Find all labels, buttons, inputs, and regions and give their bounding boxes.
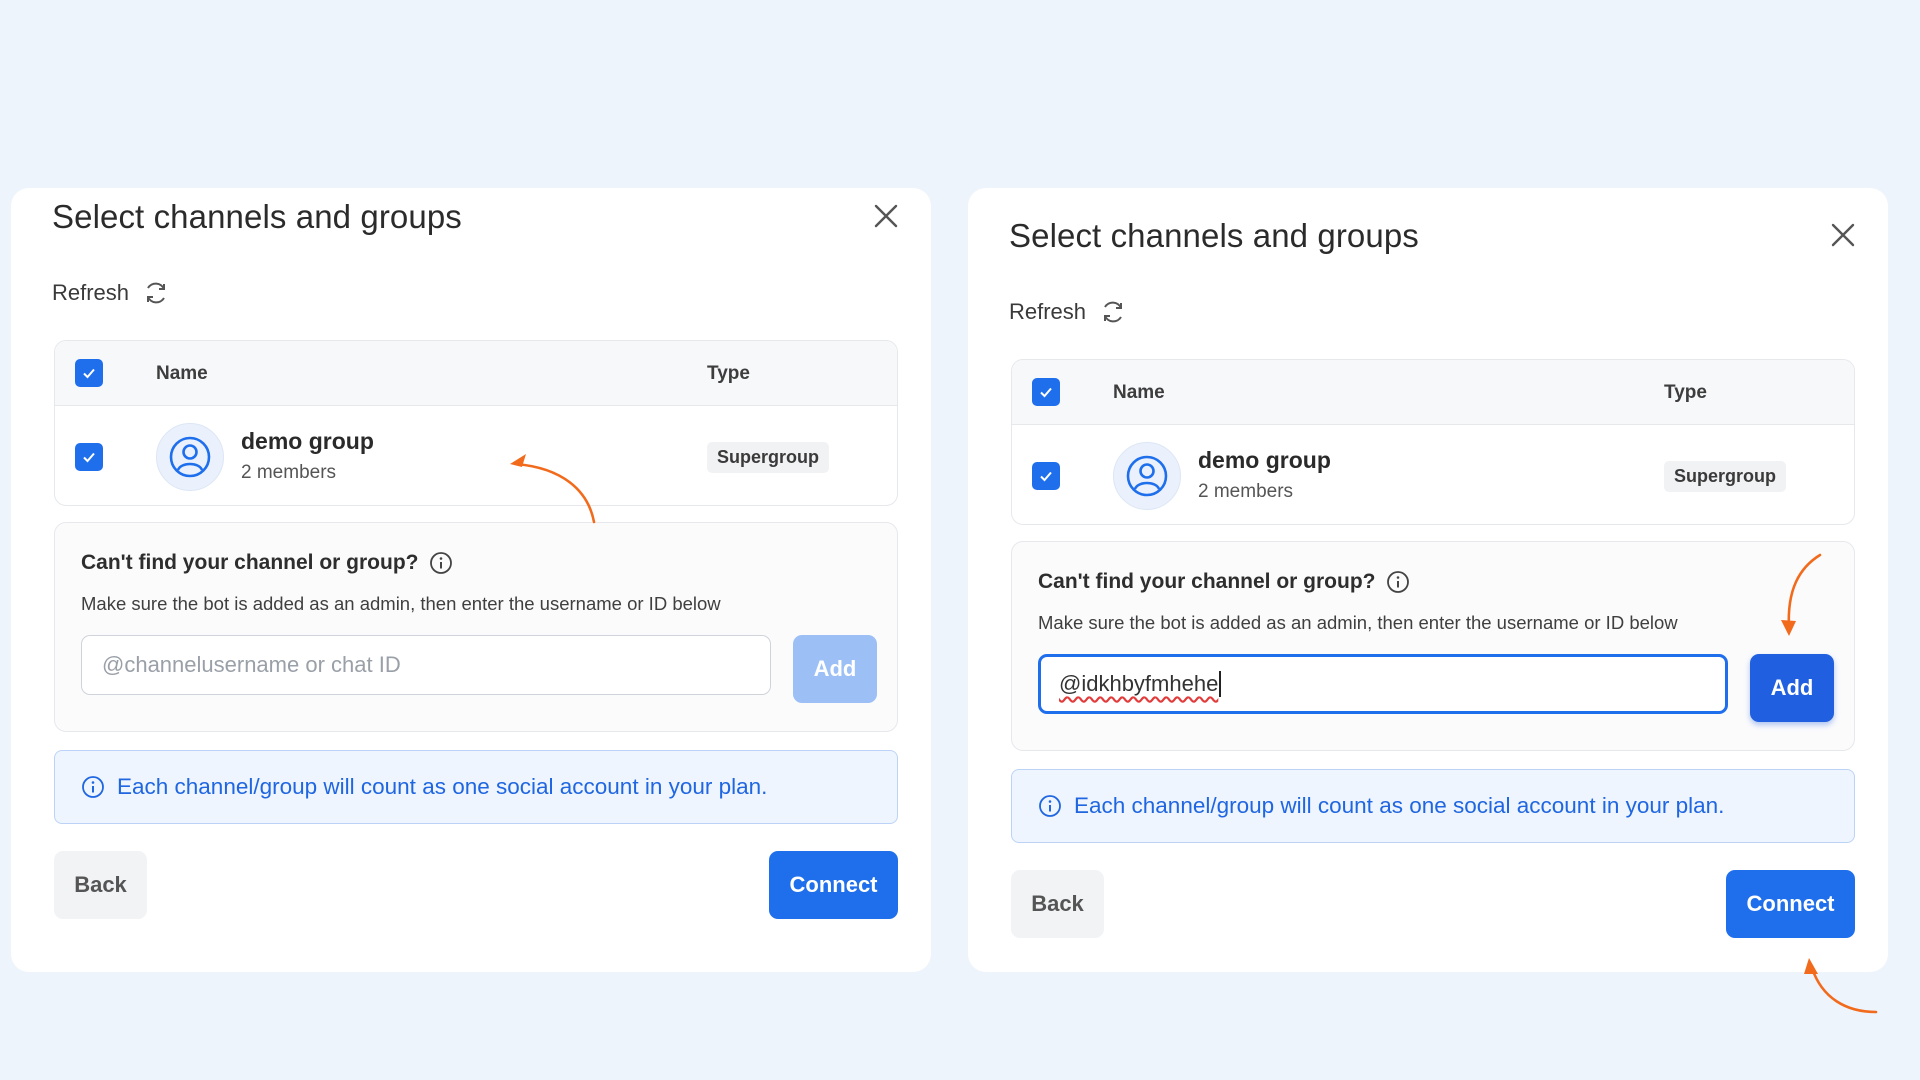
- type-badge: Supergroup: [1664, 461, 1786, 492]
- plan-notice: Each channel/group will count as one soc…: [1011, 769, 1855, 843]
- table-header: Name Type: [55, 341, 897, 406]
- group-members: 2 members: [1198, 481, 1294, 502]
- add-button[interactable]: Add: [793, 635, 877, 703]
- info-icon: [1039, 795, 1061, 817]
- refresh-label: Refresh: [52, 280, 130, 305]
- row-checkbox[interactable]: [1032, 462, 1060, 490]
- channels-table: Name Type demo group 2 members Supergrou…: [1011, 359, 1855, 525]
- group-members: 2 members: [241, 462, 337, 483]
- refresh-icon: [147, 282, 166, 304]
- row-checkbox[interactable]: [75, 443, 103, 471]
- refresh-button[interactable]: Refresh: [52, 280, 169, 306]
- connect-button[interactable]: Connect: [1726, 870, 1855, 938]
- info-icon[interactable]: [429, 551, 453, 575]
- close-icon[interactable]: [1825, 217, 1861, 253]
- annotation-arrow-icon: [1804, 958, 1878, 1014]
- notice-text: Each channel/group will count as one soc…: [117, 774, 768, 799]
- annotation-arrow-icon: [1781, 553, 1822, 636]
- column-header-type: Type: [1664, 382, 1707, 403]
- channel-id-input-value: @idkhbyfmhehe: [1059, 671, 1219, 696]
- info-icon: [82, 776, 104, 798]
- find-title-text: Can't find your channel or group?: [81, 551, 419, 574]
- type-badge: Supergroup: [707, 442, 829, 473]
- dialog-title: Select channels and groups: [1009, 217, 1419, 254]
- group-name: demo group: [1198, 447, 1331, 473]
- refresh-button[interactable]: Refresh: [1009, 299, 1126, 325]
- find-title: Can't find your channel or group?: [81, 551, 453, 575]
- find-description: Make sure the bot is added as an admin, …: [81, 593, 721, 614]
- back-button[interactable]: Back: [1011, 870, 1104, 938]
- dialog-title: Select channels and groups: [52, 198, 462, 235]
- text-caret: [1219, 671, 1221, 697]
- find-description: Make sure the bot is added as an admin, …: [1038, 612, 1678, 633]
- manual-add-section: Can't find your channel or group? Make s…: [54, 522, 898, 732]
- refresh-label: Refresh: [1009, 299, 1087, 324]
- notice-text: Each channel/group will count as one soc…: [1074, 793, 1725, 818]
- column-header-type: Type: [707, 363, 750, 384]
- dialog-left: Select channels and groups Refresh Name …: [11, 188, 931, 972]
- table-row[interactable]: demo group 2 members Supergroup: [1012, 425, 1854, 524]
- dialog-right: Select channels and groups Refresh Name …: [968, 188, 1888, 972]
- table-header: Name Type: [1012, 360, 1854, 425]
- find-title: Can't find your channel or group?: [1038, 570, 1410, 594]
- annotation-arrow-icon: [510, 454, 596, 524]
- back-button[interactable]: Back: [54, 851, 147, 919]
- group-name: demo group: [241, 428, 374, 454]
- select-all-checkbox[interactable]: [1032, 378, 1060, 406]
- group-avatar-icon: [1113, 442, 1181, 510]
- manual-add-section: Can't find your channel or group? Make s…: [1011, 541, 1855, 751]
- info-icon[interactable]: [1386, 570, 1410, 594]
- table-row[interactable]: demo group 2 members Supergroup: [55, 406, 897, 505]
- channel-id-input[interactable]: [81, 635, 771, 695]
- channels-table: Name Type demo group 2 members Supergrou…: [54, 340, 898, 506]
- close-icon[interactable]: [868, 198, 904, 234]
- channel-id-input[interactable]: @idkhbyfmhehe: [1038, 654, 1728, 714]
- connect-button[interactable]: Connect: [769, 851, 898, 919]
- add-button[interactable]: Add: [1750, 654, 1834, 722]
- group-avatar-icon: [156, 423, 224, 491]
- select-all-checkbox[interactable]: [75, 359, 103, 387]
- refresh-icon: [1104, 301, 1123, 323]
- find-title-text: Can't find your channel or group?: [1038, 570, 1376, 593]
- column-header-name: Name: [156, 363, 208, 384]
- column-header-name: Name: [1113, 382, 1165, 403]
- plan-notice: Each channel/group will count as one soc…: [54, 750, 898, 824]
